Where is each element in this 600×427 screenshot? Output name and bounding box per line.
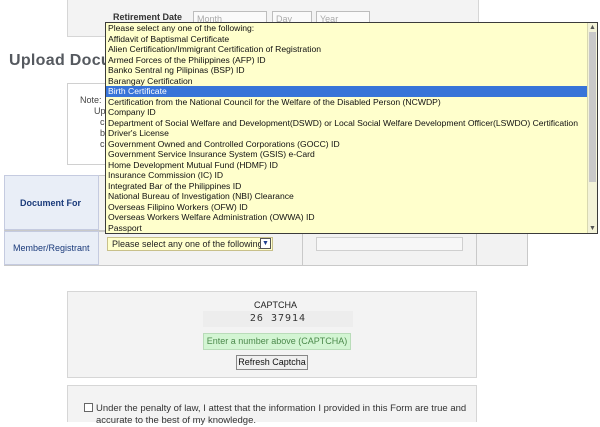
dropdown-option[interactable]: Government Service Insurance System (GSI… (106, 149, 597, 160)
note-fragment: c (100, 117, 105, 127)
attestation-text: Under the penalty of law, I attest that … (96, 403, 467, 426)
note-fragment: c (100, 139, 105, 149)
captcha-input[interactable]: Enter a number above (CAPTCHA) (203, 333, 351, 350)
dropdown-option[interactable]: Integrated Bar of the Philippines ID (106, 181, 597, 192)
file-upload-field[interactable] (316, 237, 463, 251)
scroll-up-icon[interactable]: ▲ (588, 23, 597, 32)
dropdown-options: Please select any one of the following: A… (106, 23, 597, 233)
dropdown-option[interactable]: Birth Certificate (106, 86, 597, 97)
dropdown-option[interactable]: Overseas Filipino Workers (OFW) ID (106, 202, 597, 213)
document-for-label: Document For (20, 198, 82, 208)
dropdown-option[interactable]: National Bureau of Investigation (NBI) C… (106, 191, 597, 202)
dropdown-option[interactable]: Armed Forces of the Philippines (AFP) ID (106, 55, 597, 66)
upload-documents-heading: Upload Docu (9, 52, 111, 69)
scroll-down-icon[interactable]: ▼ (588, 224, 597, 233)
dropdown-option[interactable]: Driver's License (106, 128, 597, 139)
dropdown-option[interactable]: Alien Certification/Immigrant Certificat… (106, 44, 597, 55)
dropdown-option[interactable]: Please select any one of the following: (106, 23, 597, 34)
dropdown-option[interactable]: Passport (106, 223, 597, 234)
dropdown-scrollbar[interactable]: ▲ ▼ (587, 23, 597, 233)
note-fragment: Up (94, 106, 106, 116)
captcha-title: CAPTCHA (254, 300, 298, 310)
dropdown-option[interactable]: Insurance Commission (IC) ID (106, 170, 597, 181)
retirement-date-label: Retirement Date (113, 12, 183, 22)
document-type-dropdown-list[interactable]: Please select any one of the following: A… (105, 22, 598, 234)
refresh-captcha-button[interactable]: Refresh Captcha (236, 355, 308, 370)
scrollbar-thumb[interactable] (589, 32, 596, 182)
note-label: Note: (80, 95, 102, 105)
attestation-checkbox[interactable] (84, 403, 93, 412)
dropdown-option[interactable]: Government Owned and Controlled Corporat… (106, 139, 597, 150)
dropdown-option[interactable]: Affidavit of Baptismal Certificate (106, 34, 597, 45)
dropdown-option[interactable]: Home Development Mutual Fund (HDMF) ID (106, 160, 597, 171)
member-registrant-label: Member/Registrant (13, 243, 90, 253)
dropdown-option[interactable]: Certification from the National Council … (106, 97, 597, 108)
dropdown-option[interactable]: Barangay Certification (106, 76, 597, 87)
captcha-code: 26 37914 (203, 311, 353, 327)
document-type-select[interactable]: Please select any one of the following: (107, 237, 273, 251)
dropdown-option[interactable]: Department of Social Welfare and Develop… (106, 118, 597, 129)
chevron-down-icon[interactable]: ▼ (260, 238, 271, 249)
dropdown-option[interactable]: Banko Sentral ng Pilipinas (BSP) ID (106, 65, 597, 76)
dropdown-option[interactable]: Overseas Workers Welfare Administration … (106, 212, 597, 223)
dropdown-option[interactable]: Company ID (106, 107, 597, 118)
